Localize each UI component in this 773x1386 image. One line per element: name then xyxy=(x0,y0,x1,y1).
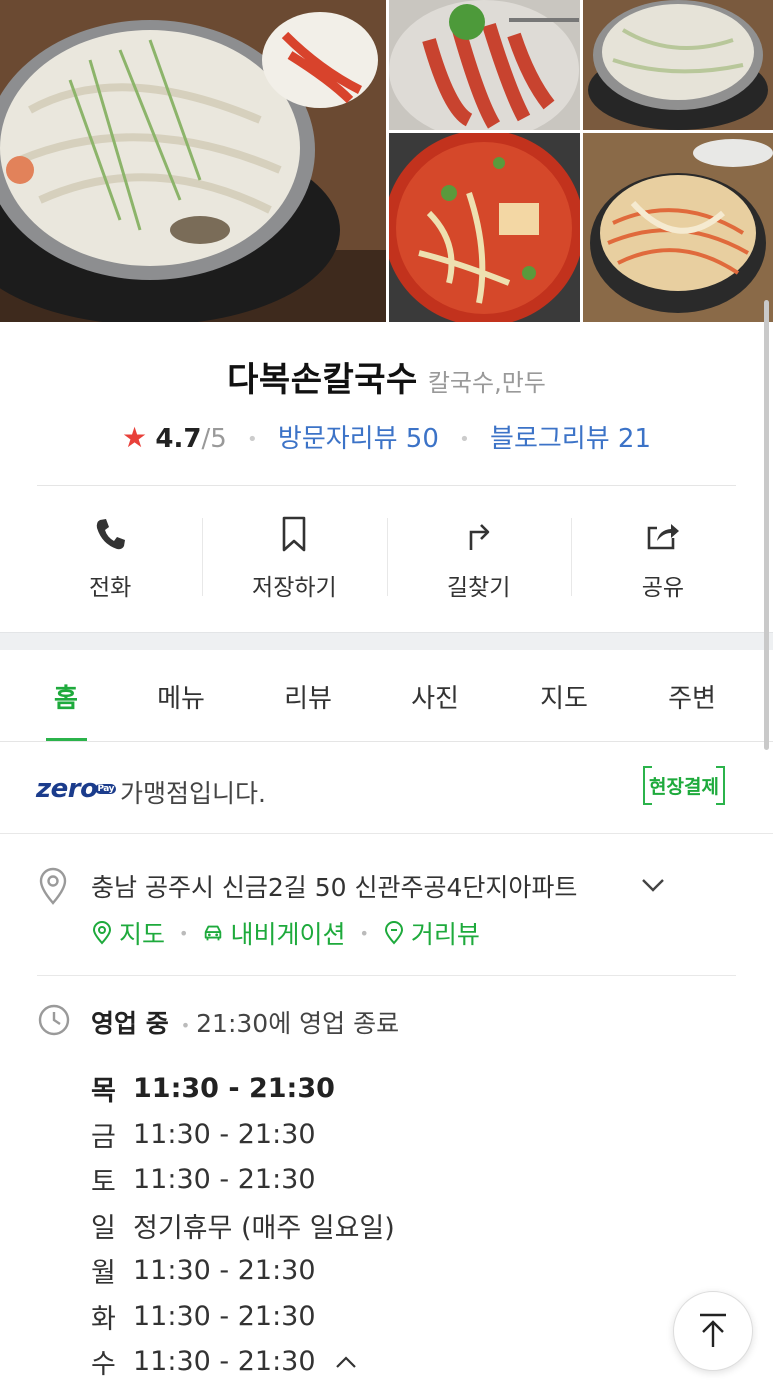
share-label: 공유 xyxy=(641,575,685,601)
dish-photo-4[interactable] xyxy=(389,133,580,322)
hours-row: 화 11:30 - 21:30 xyxy=(91,1300,316,1335)
place-category: 칼국수,만두 xyxy=(427,369,546,397)
directions-button[interactable]: 길찾기 xyxy=(386,500,571,610)
directions-label: 길찾기 xyxy=(446,575,511,601)
rating-row: ★ 4.7/5 • 방문자리뷰 50 • 블로그리뷰 21 xyxy=(0,418,773,455)
address-text[interactable]: 충남 공주시 신금2길 50 신관주공4단지아파트 xyxy=(91,868,577,904)
rating-score: 4.7 xyxy=(155,424,202,454)
hours-row: 토 11:30 - 21:30 xyxy=(91,1164,316,1199)
divider xyxy=(37,975,736,976)
directions-icon xyxy=(469,524,489,550)
visitor-reviews-link[interactable]: 방문자리뷰 50 xyxy=(278,424,439,454)
tab-photos[interactable]: 사진 xyxy=(411,678,459,715)
hours-row: 금 11:30 - 21:30 xyxy=(91,1118,316,1153)
call-button[interactable]: 전화 xyxy=(18,500,202,610)
rating-max: /5 xyxy=(201,424,227,454)
map-pin-icon xyxy=(92,921,112,945)
dish-photo-3[interactable] xyxy=(583,0,773,130)
separator-dot: • xyxy=(459,429,470,450)
address-links: 지도 • 내비게이션 • 거리뷰 xyxy=(91,915,480,951)
chevron-up-icon[interactable] xyxy=(334,1354,358,1370)
hours-row: 월 11:30 - 21:30 xyxy=(91,1255,316,1290)
zeropay-logo: zeroPay xyxy=(36,774,116,804)
tab-nearby[interactable]: 주변 xyxy=(668,678,716,715)
tab-bar: 홈 메뉴 리뷰 사진 지도 주변 xyxy=(0,650,773,742)
place-name: 다복손칼국수 xyxy=(227,360,418,400)
divider xyxy=(37,485,736,486)
map-link[interactable]: 지도 xyxy=(91,915,165,951)
scrollbar[interactable] xyxy=(764,300,769,750)
star-icon: ★ xyxy=(122,421,148,454)
tab-reviews[interactable]: 리뷰 xyxy=(284,678,332,715)
hours-row: 수 11:30 - 21:30 xyxy=(91,1339,395,1385)
photo-gallery xyxy=(0,0,773,322)
scroll-to-top-button[interactable] xyxy=(673,1291,753,1371)
hours-row: 일 정기휴무 (매주 일요일) xyxy=(91,1212,395,1244)
onsite-payment-badge: 현장결제 xyxy=(643,766,725,805)
hours-list: 목 11:30 - 21:30 금 11:30 - 21:30 토 11:30 - 2… xyxy=(91,1066,395,1385)
car-icon xyxy=(205,925,222,941)
zeropay-banner: zeroPay 가맹점입니다. 현장결제 xyxy=(0,742,773,834)
action-bar: 전화 저장하기 길찾기 공유 xyxy=(18,500,755,610)
call-label: 전화 xyxy=(88,575,132,601)
dish-photo-5[interactable] xyxy=(583,133,773,322)
place-header: 다복손칼국수 칼국수,만두 xyxy=(0,352,773,401)
tab-menu[interactable]: 메뉴 xyxy=(157,678,205,715)
dish-photo-2[interactable] xyxy=(389,0,580,130)
arrow-up-icon xyxy=(700,1313,726,1347)
chevron-down-icon[interactable] xyxy=(640,875,666,895)
closing-time: 21:30에 영업 종료 xyxy=(196,1009,400,1038)
share-button[interactable]: 공유 xyxy=(570,500,755,610)
dish-main-photo[interactable] xyxy=(0,0,386,322)
open-status: 영업 중 xyxy=(91,1009,169,1038)
location-pin-icon xyxy=(39,867,67,905)
bookmark-icon xyxy=(283,516,306,552)
separator-dot: • xyxy=(247,429,258,450)
clock-icon xyxy=(38,1004,70,1036)
blog-reviews-link[interactable]: 블로그리뷰 21 xyxy=(490,424,651,454)
share-icon xyxy=(647,524,679,550)
business-status: 영업 중 • 21:30에 영업 종료 xyxy=(91,1004,399,1040)
save-label: 저장하기 xyxy=(252,575,337,601)
hours-row: 목 11:30 - 21:30 xyxy=(91,1073,335,1108)
save-button[interactable]: 저장하기 xyxy=(202,500,386,610)
tab-home[interactable]: 홈 xyxy=(54,678,78,715)
navigation-link[interactable]: 내비게이션 xyxy=(202,915,345,951)
street-view-link[interactable]: 거리뷰 xyxy=(383,915,480,951)
street-view-icon xyxy=(384,921,403,945)
zeropay-text: 가맹점입니다. xyxy=(120,779,266,808)
active-tab-indicator xyxy=(46,738,87,741)
separator-dot: • xyxy=(359,923,369,943)
separator-dot: • xyxy=(180,1015,191,1035)
separator-dot: • xyxy=(179,923,189,943)
section-divider xyxy=(0,632,773,650)
tab-map[interactable]: 지도 xyxy=(540,678,588,715)
phone-icon xyxy=(96,519,126,550)
